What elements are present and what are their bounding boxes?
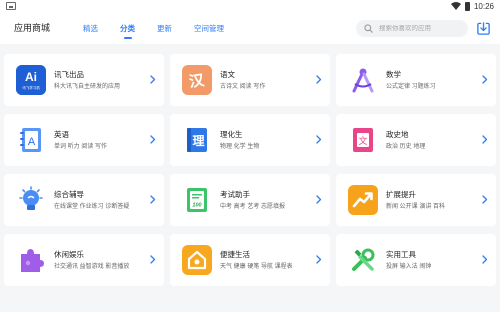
category-card-leisure[interactable]: 休闲娱乐 社交通讯 益智游戏 影音播放 bbox=[4, 234, 164, 286]
card-subtitle: 在线课堂 作业练习 诊断答疑 bbox=[54, 203, 130, 210]
chevron-right-icon bbox=[316, 135, 322, 144]
chevron-right-icon bbox=[150, 195, 156, 204]
home-icon bbox=[182, 245, 212, 275]
compass-icon bbox=[348, 65, 378, 95]
tab-bar: 精选 分类 更新 空间管理 bbox=[72, 12, 235, 44]
exam-paper-icon: 100 bbox=[182, 185, 212, 215]
tab-storage-management[interactable]: 空间管理 bbox=[183, 12, 235, 44]
page-title: 应用商城 bbox=[14, 23, 51, 33]
card-subtitle: 古诗文 阅读 写作 bbox=[220, 83, 266, 90]
card-title: 综合辅导 bbox=[54, 189, 84, 199]
card-subtitle: 中考 高考 艺考 志愿填报 bbox=[220, 203, 286, 210]
top-header: 应用商城 精选 分类 更新 空间管理 bbox=[0, 12, 500, 44]
category-card-iflytek[interactable]: Ai 讯飞学习机 讯飞出品 科大讯飞自主研发的应用 bbox=[4, 54, 164, 106]
puzzle-icon bbox=[16, 245, 46, 275]
chevron-right-icon bbox=[150, 135, 156, 144]
download-icon[interactable] bbox=[476, 21, 491, 36]
science-book-icon: 理 bbox=[182, 125, 212, 155]
svg-text:文: 文 bbox=[358, 135, 367, 147]
card-subtitle: 科大讯飞自主研发的应用 bbox=[54, 83, 121, 90]
card-subtitle: 投屏 输入法 闹钟 bbox=[386, 263, 432, 270]
chevron-right-icon bbox=[316, 255, 322, 264]
chevron-right-icon bbox=[482, 135, 488, 144]
card-subtitle: 政治 历史 地理 bbox=[386, 143, 426, 150]
search-box[interactable] bbox=[356, 20, 468, 37]
category-card-chinese[interactable]: 汉 语文 古诗文 阅读 写作 bbox=[170, 54, 330, 106]
card-subtitle: 新闻 公开课 演讲 百科 bbox=[386, 203, 446, 210]
chinese-char-icon: 汉 bbox=[182, 65, 212, 95]
category-card-enrichment[interactable]: 扩展提升 新闻 公开课 演讲 百科 bbox=[336, 174, 496, 226]
card-subtitle: 社交通讯 益智游戏 影音播放 bbox=[54, 263, 130, 270]
chevron-right-icon bbox=[150, 255, 156, 264]
category-card-lifestyle[interactable]: 便捷生活 天气 健康 硬笔 导航 课程表 bbox=[170, 234, 330, 286]
trend-up-icon bbox=[348, 185, 378, 215]
category-card-tutoring[interactable]: 综合辅导 在线课堂 作业练习 诊断答疑 bbox=[4, 174, 164, 226]
category-card-english[interactable]: A 英语 单词 听力 阅读 写作 bbox=[4, 114, 164, 166]
category-card-exam[interactable]: 100 考试助手 中考 高考 艺考 志愿填报 bbox=[170, 174, 330, 226]
card-title: 理化生 bbox=[220, 129, 243, 139]
wifi-icon bbox=[450, 2, 461, 10]
card-title: 休闲娱乐 bbox=[54, 249, 84, 259]
chevron-right-icon bbox=[482, 75, 488, 84]
tab-updates[interactable]: 更新 bbox=[146, 12, 183, 44]
notification-image-icon bbox=[6, 2, 16, 10]
svg-text:理: 理 bbox=[192, 134, 204, 148]
svg-text:A: A bbox=[28, 136, 36, 148]
card-title: 讯飞出品 bbox=[54, 69, 84, 79]
search-input[interactable] bbox=[379, 25, 459, 32]
chevron-right-icon bbox=[316, 75, 322, 84]
svg-text:100: 100 bbox=[192, 203, 201, 209]
chevron-right-icon bbox=[482, 255, 488, 264]
card-title: 扩展提升 bbox=[386, 189, 416, 199]
status-bar: 10:26 bbox=[0, 0, 500, 12]
lightbulb-icon bbox=[16, 185, 46, 215]
english-book-icon: A bbox=[16, 125, 46, 155]
status-time: 10:26 bbox=[473, 1, 494, 11]
tab-categories[interactable]: 分类 bbox=[109, 12, 146, 44]
category-card-utilities[interactable]: 实用工具 投屏 输入法 闹钟 bbox=[336, 234, 496, 286]
category-card-liberal-arts[interactable]: 文 政史地 政治 历史 地理 bbox=[336, 114, 496, 166]
card-subtitle: 公式定律 习题练习 bbox=[386, 83, 436, 90]
card-title: 英语 bbox=[54, 129, 69, 139]
category-card-math[interactable]: 数学 公式定律 习题练习 bbox=[336, 54, 496, 106]
card-title: 便捷生活 bbox=[220, 249, 250, 259]
status-bar-right: 10:26 bbox=[450, 1, 494, 11]
battery-icon bbox=[464, 1, 470, 11]
card-title: 实用工具 bbox=[386, 249, 416, 259]
card-subtitle: 物理 化学 生物 bbox=[220, 143, 260, 150]
card-title: 数学 bbox=[386, 69, 401, 79]
liberal-arts-book-icon: 文 bbox=[348, 125, 378, 155]
card-title: 考试助手 bbox=[220, 189, 250, 199]
tools-icon bbox=[348, 245, 378, 275]
chevron-right-icon bbox=[150, 75, 156, 84]
card-subtitle: 天气 健康 硬笔 导航 课程表 bbox=[220, 263, 293, 270]
ai-logo-icon: Ai 讯飞学习机 bbox=[16, 65, 46, 95]
card-title: 政史地 bbox=[386, 129, 409, 139]
category-card-science[interactable]: 理 理化生 物理 化学 生物 bbox=[170, 114, 330, 166]
search-icon bbox=[364, 24, 373, 33]
chevron-right-icon bbox=[482, 195, 488, 204]
card-subtitle: 单词 听力 阅读 写作 bbox=[54, 143, 108, 150]
card-title: 语文 bbox=[220, 69, 235, 79]
category-grid: Ai 讯飞学习机 讯飞出品 科大讯飞自主研发的应用 汉 语文 古诗文 阅读 写作 bbox=[4, 54, 496, 286]
tab-featured[interactable]: 精选 bbox=[72, 12, 109, 44]
chevron-right-icon bbox=[316, 195, 322, 204]
